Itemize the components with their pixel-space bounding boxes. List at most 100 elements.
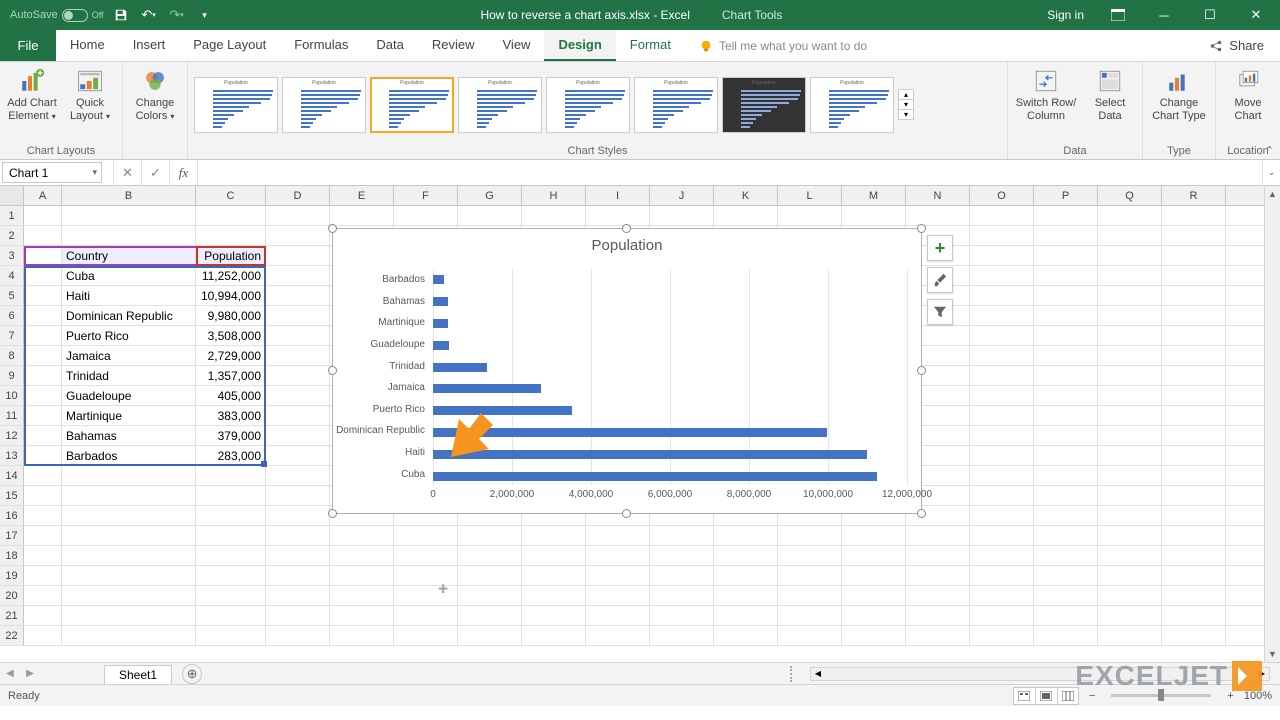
cell[interactable] — [62, 526, 196, 545]
cell[interactable] — [1162, 446, 1226, 465]
chart-handle[interactable] — [917, 366, 926, 375]
cell[interactable] — [970, 246, 1034, 265]
cell[interactable] — [1162, 226, 1226, 245]
close-icon[interactable]: ✕ — [1234, 0, 1278, 30]
chart-handle[interactable] — [328, 224, 337, 233]
chart-y-axis[interactable]: BarbadosBahamasMartiniqueGuadeloupeTrini… — [333, 269, 429, 485]
sheet-nav-arrows[interactable]: ◀▶ — [0, 668, 40, 679]
cell[interactable] — [196, 506, 266, 525]
cell[interactable] — [1162, 626, 1226, 645]
qat-customize-icon[interactable]: ▾ — [194, 4, 216, 26]
cell[interactable]: Dominican Republic — [62, 306, 196, 325]
cell[interactable] — [970, 206, 1034, 225]
select-data-button[interactable]: Select Data — [1084, 66, 1136, 122]
cancel-formula-icon[interactable]: ✕ — [114, 160, 142, 185]
cell[interactable] — [1098, 506, 1162, 525]
cell[interactable] — [266, 566, 330, 585]
enter-formula-icon[interactable]: ✓ — [142, 160, 170, 185]
cell[interactable] — [650, 626, 714, 645]
cell[interactable] — [1098, 566, 1162, 585]
chart-handle[interactable] — [917, 509, 926, 518]
cell[interactable]: 3,508,000 — [196, 326, 266, 345]
cell[interactable] — [1162, 286, 1226, 305]
cell[interactable] — [266, 246, 330, 265]
cell[interactable] — [1098, 226, 1162, 245]
quick-layout-button[interactable]: Quick Layout ▾ — [64, 66, 116, 122]
share-button[interactable]: Share — [1193, 30, 1280, 61]
cell[interactable]: Country — [62, 246, 196, 265]
undo-icon[interactable]: ↶▾ — [138, 4, 160, 26]
cell[interactable] — [266, 486, 330, 505]
row-header[interactable]: 10 — [0, 386, 24, 405]
cell[interactable] — [1162, 546, 1226, 565]
cell[interactable] — [394, 206, 458, 225]
cell[interactable] — [24, 446, 62, 465]
scroll-down-icon[interactable]: ▼ — [1265, 646, 1280, 662]
cell[interactable] — [24, 286, 62, 305]
cell[interactable] — [266, 466, 330, 485]
cell[interactable] — [1098, 366, 1162, 385]
cell[interactable] — [196, 606, 266, 625]
row-header[interactable]: 22 — [0, 626, 24, 645]
cell[interactable] — [458, 206, 522, 225]
cell[interactable] — [24, 306, 62, 325]
cell[interactable] — [1162, 366, 1226, 385]
cell[interactable] — [778, 626, 842, 645]
cell[interactable] — [1098, 386, 1162, 405]
cell[interactable] — [62, 226, 196, 245]
cell[interactable] — [266, 326, 330, 345]
expand-formula-bar-icon[interactable]: ⌄ — [1262, 160, 1280, 185]
cell[interactable] — [1034, 566, 1098, 585]
cell[interactable] — [330, 586, 394, 605]
tab-file[interactable]: File — [0, 30, 56, 61]
cell[interactable] — [196, 486, 266, 505]
cell[interactable] — [970, 226, 1034, 245]
cell[interactable] — [458, 566, 522, 585]
row-header[interactable]: 5 — [0, 286, 24, 305]
cell[interactable] — [1034, 266, 1098, 285]
cell[interactable] — [842, 526, 906, 545]
row-header[interactable]: 17 — [0, 526, 24, 545]
cell[interactable] — [196, 566, 266, 585]
cell[interactable] — [1034, 326, 1098, 345]
cell[interactable] — [522, 606, 586, 625]
cell[interactable] — [330, 566, 394, 585]
minimize-icon[interactable]: ─ — [1142, 0, 1186, 30]
sign-in-link[interactable]: Sign in — [1047, 8, 1084, 22]
cell[interactable] — [1034, 586, 1098, 605]
chart-bar[interactable] — [433, 384, 541, 393]
cell[interactable] — [1098, 306, 1162, 325]
name-box[interactable]: Chart 1▾ — [2, 162, 102, 183]
cell[interactable] — [778, 206, 842, 225]
cell[interactable] — [1098, 426, 1162, 445]
chart-bar[interactable] — [433, 341, 449, 350]
row-header[interactable]: 1 — [0, 206, 24, 225]
cell[interactable] — [24, 526, 62, 545]
column-header[interactable]: I — [586, 186, 650, 205]
cell[interactable] — [24, 246, 62, 265]
cell[interactable] — [1034, 466, 1098, 485]
cell[interactable] — [1162, 486, 1226, 505]
cell[interactable] — [906, 606, 970, 625]
cell[interactable] — [1098, 526, 1162, 545]
cell[interactable] — [906, 526, 970, 545]
autosave-toggle[interactable]: AutoSave Off — [10, 9, 104, 22]
chart-style-thumb[interactable]: Population — [810, 77, 894, 133]
column-header[interactable]: E — [330, 186, 394, 205]
cell[interactable]: Puerto Rico — [62, 326, 196, 345]
row-header[interactable]: 19 — [0, 566, 24, 585]
row-header[interactable]: 18 — [0, 546, 24, 565]
cell[interactable] — [24, 626, 62, 645]
cell[interactable] — [24, 326, 62, 345]
cell[interactable] — [586, 626, 650, 645]
cell[interactable] — [714, 626, 778, 645]
row-header[interactable]: 2 — [0, 226, 24, 245]
chart-handle[interactable] — [917, 224, 926, 233]
fx-icon[interactable]: fx — [170, 160, 198, 185]
cell[interactable] — [970, 346, 1034, 365]
column-header[interactable]: O — [970, 186, 1034, 205]
chart-styles-button[interactable] — [927, 267, 953, 293]
cell[interactable] — [1034, 246, 1098, 265]
cell[interactable]: 1,357,000 — [196, 366, 266, 385]
cell[interactable] — [266, 266, 330, 285]
